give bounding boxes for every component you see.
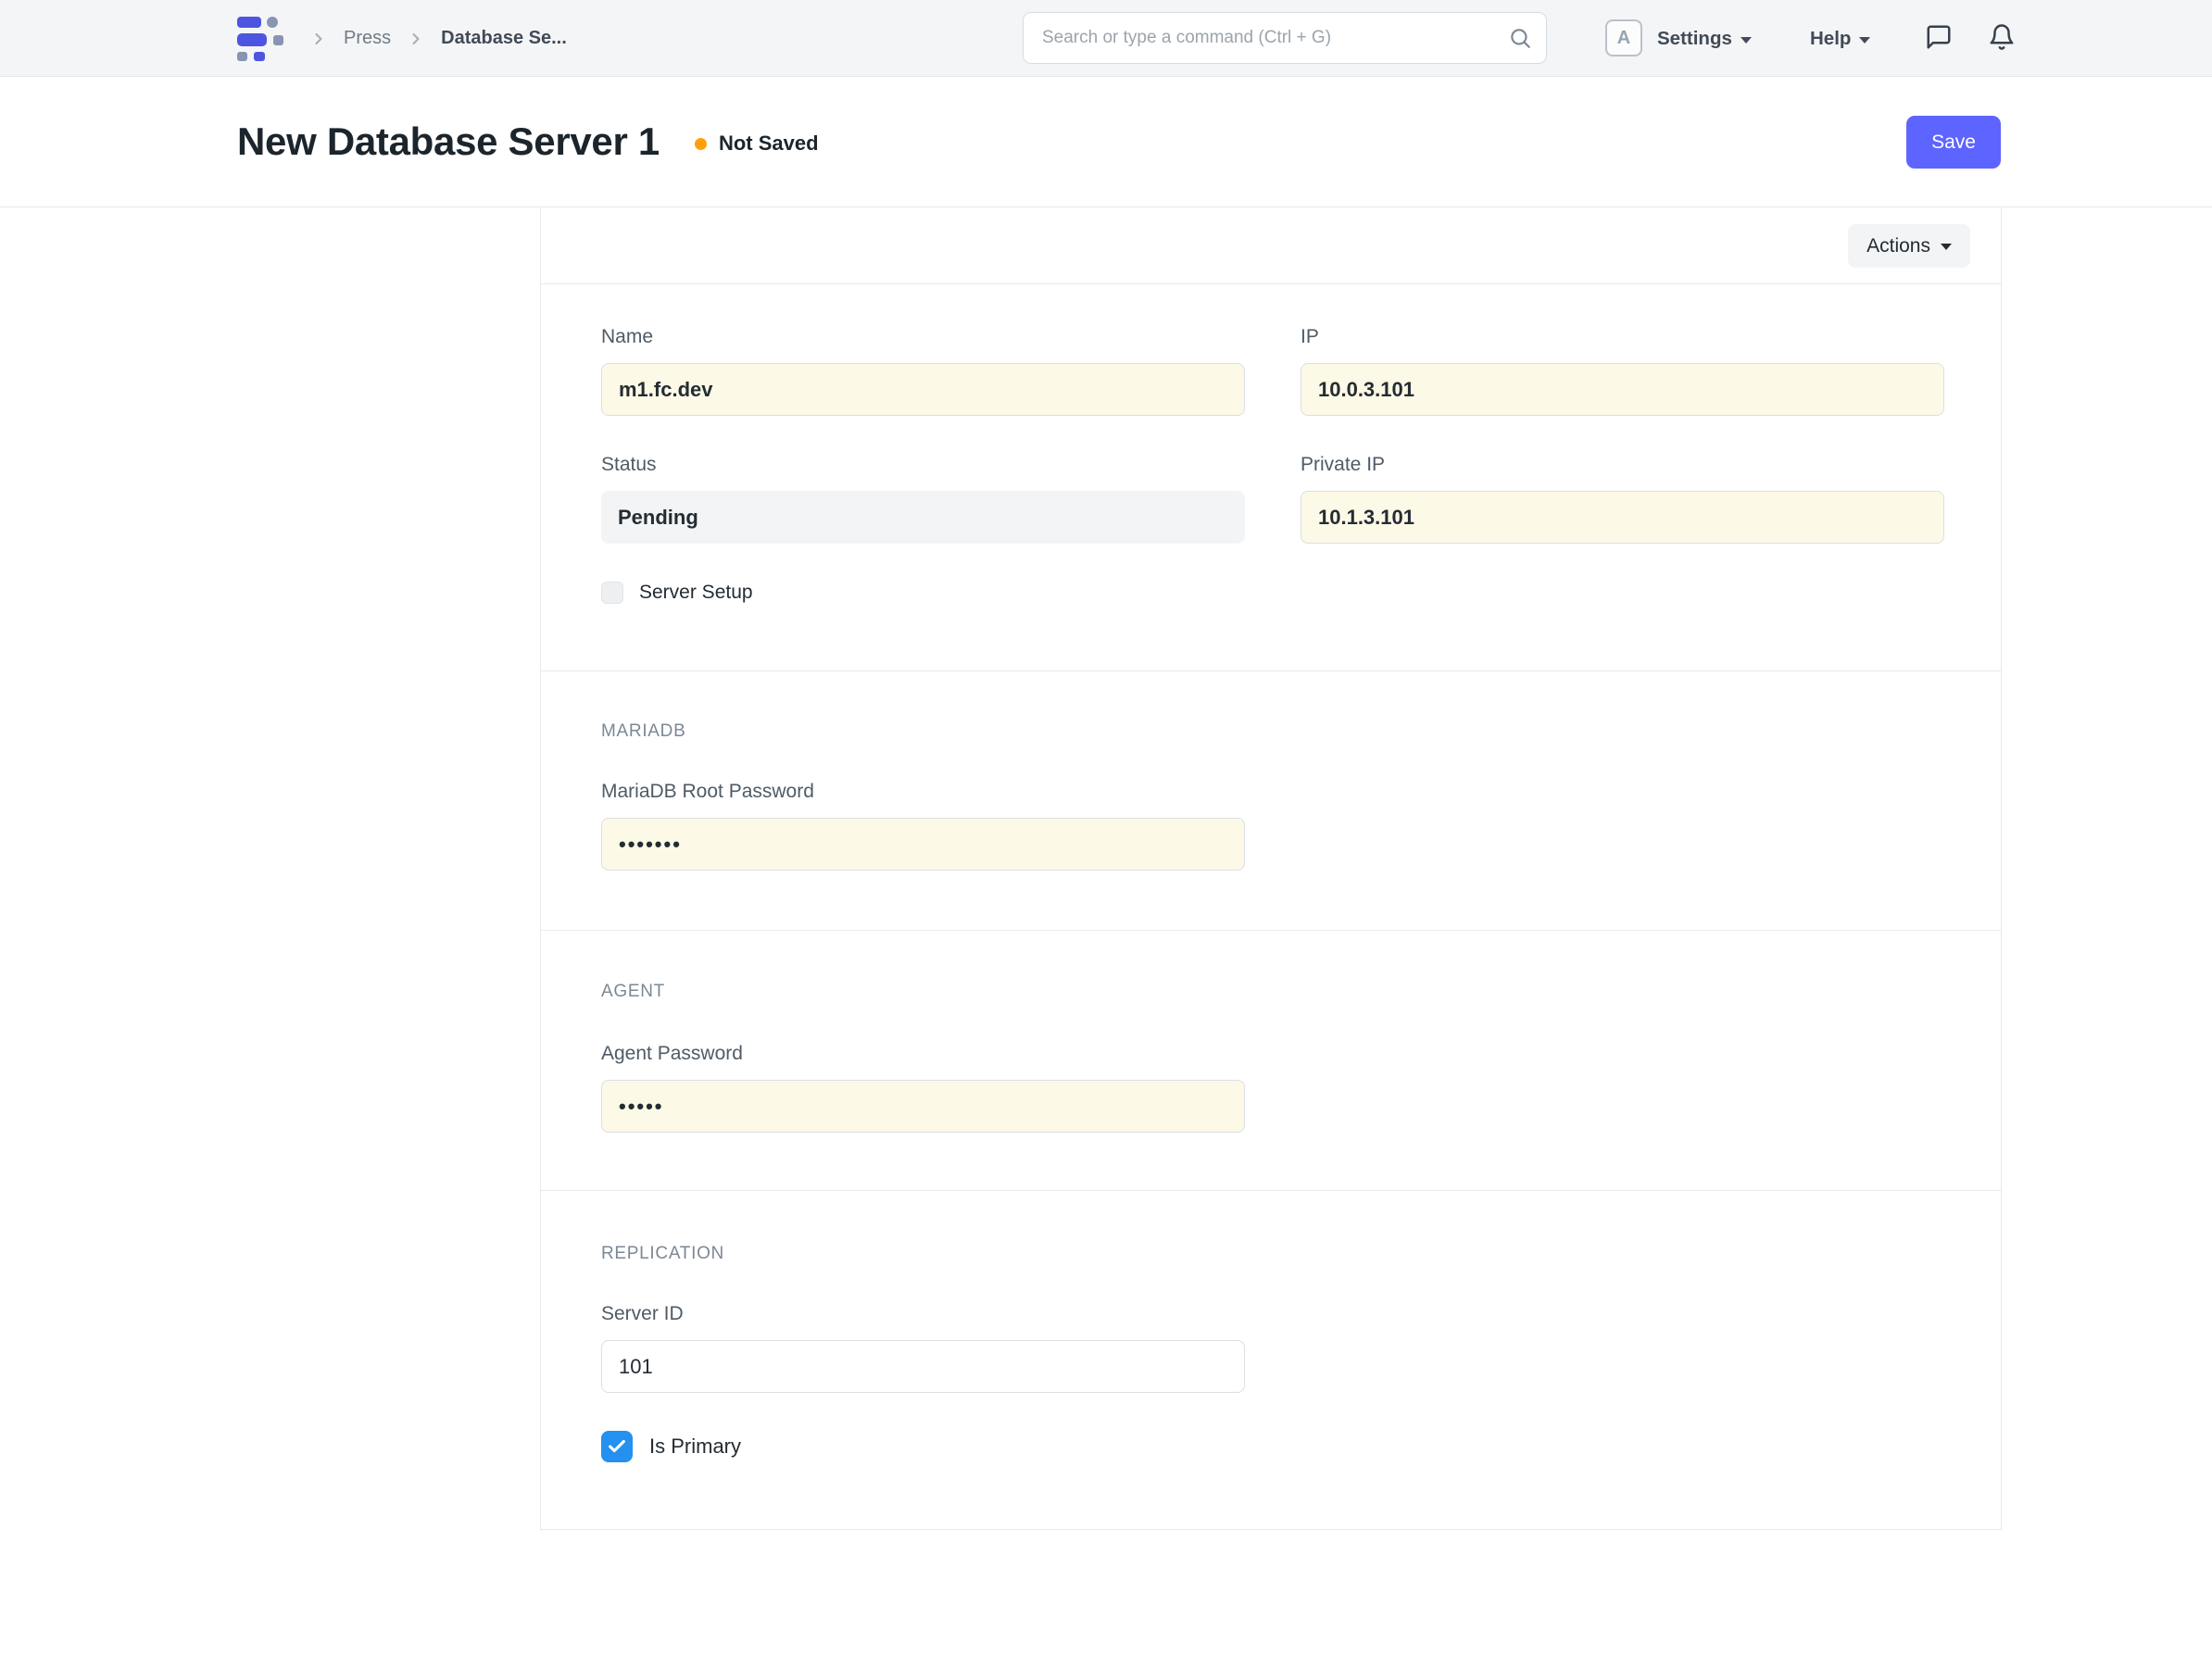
search-icon (1508, 26, 1532, 55)
chevron-right-icon (309, 30, 328, 48)
help-dropdown[interactable]: Help (1810, 0, 1870, 77)
server-setup-label: Server Setup (639, 582, 753, 604)
settings-dropdown[interactable]: Settings (1657, 0, 1752, 77)
server-id-input[interactable] (601, 1340, 1245, 1393)
section-mariadb: MARIADB MariaDB Root Password (541, 671, 2001, 931)
server-id-field: Server ID (601, 1303, 1944, 1393)
actions-label: Actions (1866, 235, 1930, 257)
chat-button[interactable] (1925, 23, 1953, 51)
page-header: New Database Server 1 Not Saved Save (0, 77, 2212, 207)
save-status-text: Not Saved (719, 132, 819, 156)
status-value: Pending (601, 491, 1245, 544)
mariadb-root-password-label: MariaDB Root Password (601, 781, 1944, 803)
bell-icon (1988, 23, 2016, 51)
status-field: Status Pending (601, 454, 1245, 544)
notifications-button[interactable] (1988, 23, 2016, 51)
chevron-down-icon (1741, 37, 1752, 44)
section-details: Name IP Status Pending Private IP Server… (541, 284, 2001, 671)
top-navbar: Press Database Se... A Settings Help (0, 0, 2212, 77)
section-replication: REPLICATION Server ID Is Primary (541, 1191, 2001, 1530)
mariadb-section-heading: MARIADB (601, 721, 1944, 742)
is-primary-checkbox[interactable] (601, 1431, 633, 1462)
name-input[interactable] (601, 363, 1245, 416)
name-field: Name (601, 326, 1245, 416)
server-id-label: Server ID (601, 1303, 1944, 1325)
status-label: Status (601, 454, 1245, 476)
chevron-down-icon (1941, 244, 1952, 250)
actions-dropdown-button[interactable]: Actions (1848, 224, 1970, 268)
global-search (1023, 12, 1547, 64)
private-ip-input[interactable] (1301, 491, 1944, 544)
app-logo-icon[interactable] (236, 14, 284, 62)
replication-section-heading: REPLICATION (601, 1244, 1944, 1264)
help-label: Help (1810, 28, 1851, 50)
save-button[interactable]: Save (1906, 116, 2001, 169)
is-primary-field[interactable]: Is Primary (601, 1431, 1944, 1462)
ip-label: IP (1301, 326, 1944, 348)
ip-field: IP (1301, 326, 1944, 416)
settings-label: Settings (1657, 28, 1732, 50)
breadcrumb: Press Database Se... (309, 0, 567, 77)
agent-password-label: Agent Password (601, 1043, 1944, 1065)
save-status-indicator: Not Saved (695, 132, 819, 156)
form-toolbar: Actions (541, 207, 2001, 284)
breadcrumb-item-press[interactable]: Press (344, 28, 391, 49)
form-card: Actions Name IP Status Pending Private I… (540, 207, 2002, 1530)
agent-password-input[interactable] (601, 1080, 1245, 1133)
section-agent: AGENT Agent Password (541, 931, 2001, 1191)
app-switcher-badge[interactable]: A (1605, 19, 1642, 56)
chevron-right-icon (407, 30, 425, 48)
private-ip-label: Private IP (1301, 454, 1944, 476)
private-ip-field: Private IP (1301, 454, 1944, 544)
agent-password-field: Agent Password (601, 1043, 1944, 1133)
breadcrumb-item-database-servers[interactable]: Database Se... (441, 28, 567, 49)
agent-section-heading: AGENT (601, 982, 1944, 1002)
ip-input[interactable] (1301, 363, 1944, 416)
server-setup-checkbox[interactable] (601, 582, 623, 604)
is-primary-label: Is Primary (649, 1435, 741, 1459)
search-input[interactable] (1023, 12, 1547, 64)
orange-dot-icon (695, 138, 707, 150)
checkmark-icon (607, 1436, 627, 1457)
mariadb-root-password-field: MariaDB Root Password (601, 781, 1944, 871)
chevron-down-icon (1859, 37, 1870, 44)
page-title: New Database Server 1 (237, 119, 660, 164)
name-label: Name (601, 326, 1245, 348)
chat-bubble-icon (1925, 23, 1953, 51)
mariadb-root-password-input[interactable] (601, 818, 1245, 871)
server-setup-field[interactable]: Server Setup (601, 582, 1944, 604)
